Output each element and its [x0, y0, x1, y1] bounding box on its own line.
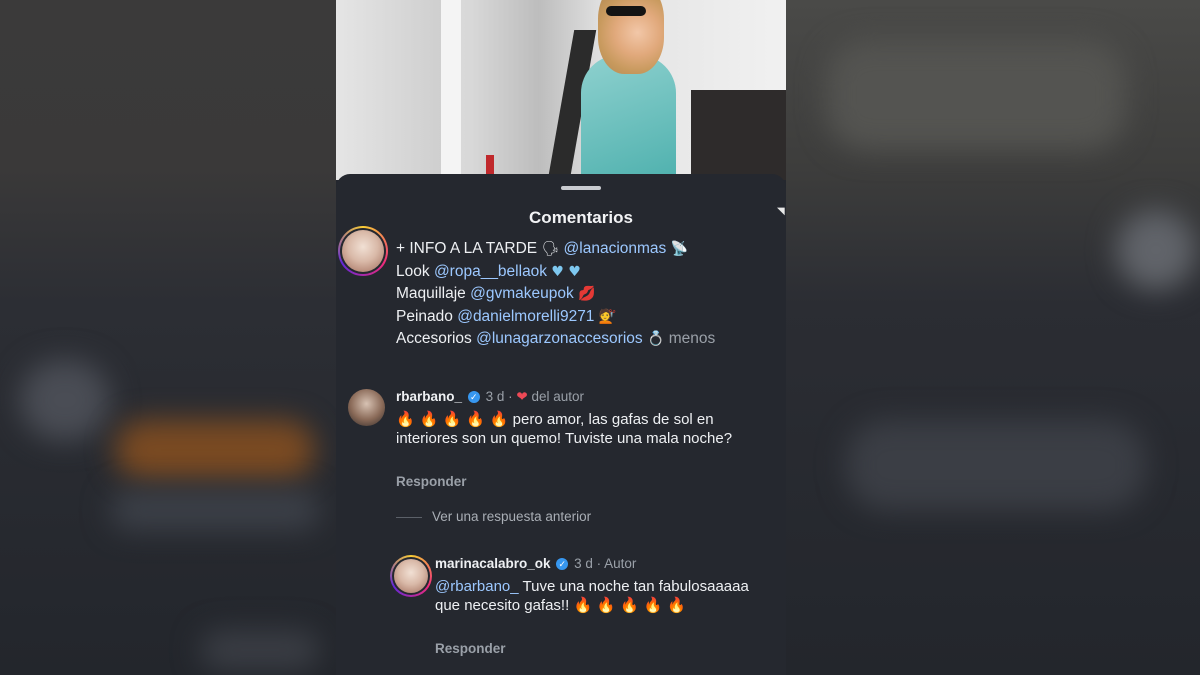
caption-line-2: Look @ropa__bellaok ♥ ♥	[396, 262, 581, 280]
comment-2-reply-button[interactable]: Responder	[435, 641, 506, 656]
mention-lunagarzonaccesorios[interactable]: @lunagarzonaccesorios	[476, 330, 643, 347]
comment-1-header: rbarbano_ ✓ 3 d · ❤ del autor	[396, 389, 584, 404]
lips-icon: 💋	[578, 286, 596, 302]
view-previous-reply-button[interactable]: Ver una respuesta anterior	[432, 509, 591, 524]
filter-icon[interactable]: ◥	[777, 206, 785, 217]
haircut-icon: 💇	[598, 308, 617, 325]
heart-icon: ❤	[516, 389, 528, 404]
comment-2-author-tag: Autor	[604, 556, 637, 571]
sheet-drag-handle[interactable]	[561, 186, 601, 190]
blue-heart-icon: ♥ ♥	[551, 263, 581, 280]
caption-line-5: Accesorios @lunagarzonaccesorios 💍 menos	[396, 330, 716, 347]
comment-2-header: marinacalabro_ok ✓ 3 d · Autor	[435, 556, 637, 571]
satellite-dish-icon: 📡	[670, 241, 689, 257]
post-photo	[336, 0, 786, 180]
caption-line-1: + INFO A LA TARDE 🗣 @lanacionmas 📡	[396, 240, 689, 257]
rbarbano-avatar[interactable]	[348, 389, 385, 426]
comment-2-username[interactable]: marinacalabro_ok	[435, 556, 551, 571]
less-link[interactable]: menos	[669, 330, 716, 347]
post-caption: + INFO A LA TARDE 🗣 @lanacionmas 📡 Look …	[396, 238, 776, 351]
mention-ropa-bellaok[interactable]: @ropa__bellaok	[434, 263, 547, 280]
sheet-title: Comentarios	[529, 208, 633, 227]
caption-line-4: Peinado @danielmorelli9271 💇	[396, 307, 617, 325]
author-avatar[interactable]	[338, 226, 388, 276]
comment-1-username[interactable]: rbarbano_	[396, 389, 462, 404]
verified-badge-icon: ✓	[556, 558, 569, 571]
comment-1-body: 🔥 🔥 🔥 🔥 🔥 pero amor, las gafas de sol en…	[396, 410, 746, 448]
comment-2-body: @rbarbano_ Tuve una noche tan fabulosaaa…	[435, 577, 765, 615]
fire-icons: 🔥 🔥 🔥 🔥 🔥	[396, 410, 509, 428]
mention-gvmakeupok[interactable]: @gvmakeupok	[470, 285, 574, 302]
mention-lanacionmas[interactable]: @lanacionmas	[564, 240, 667, 257]
ring-icon: 💍	[646, 331, 665, 347]
mention-danielmorelli9271[interactable]: @danielmorelli9271	[457, 308, 594, 325]
view-replies-line	[396, 517, 422, 518]
marinacalabro-avatar[interactable]	[390, 555, 432, 597]
comment-1-liked-by: del autor	[531, 389, 584, 404]
comment-1-time: 3 d	[485, 389, 505, 404]
blurred-background-left	[0, 0, 336, 675]
caption-line-3: Maquillaje @gvmakeupok 💋	[396, 285, 596, 302]
verified-badge-icon: ✓	[467, 391, 480, 404]
comment-1-reply-button[interactable]: Responder	[396, 474, 467, 489]
speaking-head-icon: 🗣	[541, 241, 560, 257]
blurred-background-right	[786, 0, 1200, 675]
fire-icons: 🔥 🔥 🔥 🔥 🔥	[573, 596, 686, 614]
mention-rbarbano[interactable]: @rbarbano_	[435, 578, 519, 595]
comment-2-time: 3 d	[574, 556, 593, 571]
